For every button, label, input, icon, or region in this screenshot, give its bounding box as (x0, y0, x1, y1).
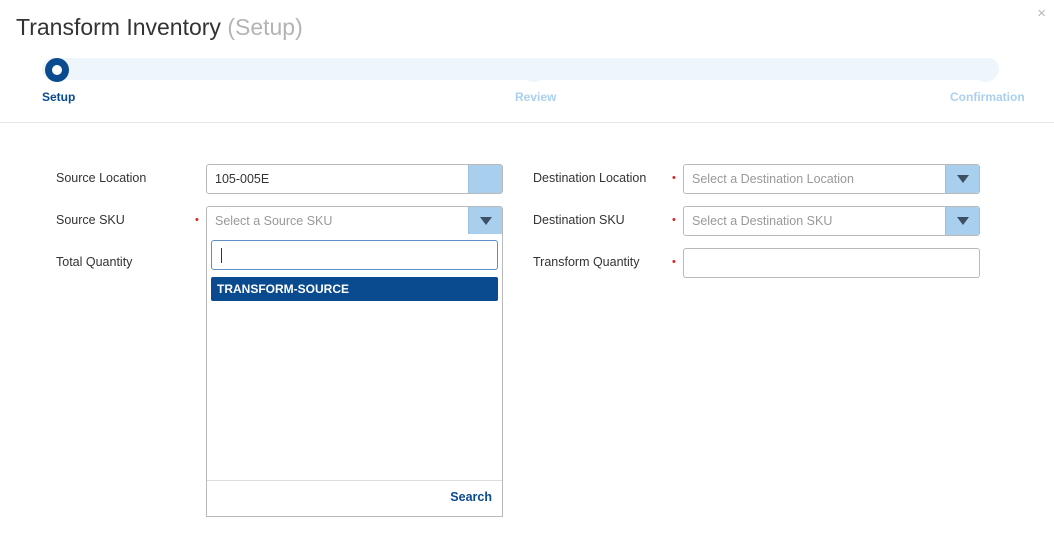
destination-sku-dropdown-button[interactable] (945, 207, 979, 235)
destination-sku-select[interactable]: Select a Destination SKU (683, 206, 980, 236)
dialog-subtitle: (Setup) (227, 14, 303, 40)
source-sku-dropdown-button[interactable] (468, 207, 502, 235)
dropdown-search-button[interactable]: Search (450, 490, 492, 504)
destination-location-dropdown-button[interactable] (945, 165, 979, 193)
step-setup-dot (45, 58, 69, 82)
step-review-dot (522, 58, 546, 82)
text-caret (221, 248, 222, 263)
source-location-button[interactable] (468, 165, 502, 193)
total-quantity-label: Total Quantity (56, 255, 133, 269)
chevron-down-icon (956, 217, 969, 225)
source-sku-required-mark: • (195, 214, 199, 226)
source-location-field[interactable]: 105-005E (206, 164, 503, 194)
transform-quantity-label: Transform Quantity (533, 255, 640, 269)
transform-quantity-input[interactable] (683, 248, 980, 278)
source-sku-dropdown-panel: TRANSFORM-SOURCE Search (206, 234, 503, 517)
source-location-value: 105-005E (215, 172, 270, 186)
source-sku-select[interactable]: Select a Source SKU (206, 206, 503, 236)
chevron-down-icon (956, 175, 969, 183)
destination-sku-label: Destination SKU (533, 213, 625, 227)
transform-quantity-required-mark: • (672, 256, 676, 268)
chevron-down-icon (479, 217, 492, 225)
dropdown-search-input[interactable] (211, 240, 498, 270)
step-review-label: Review (515, 90, 557, 104)
header-divider (0, 122, 1054, 123)
destination-sku-required-mark: • (672, 214, 676, 226)
step-confirmation-label: Confirmation (950, 90, 1025, 104)
source-sku-label: Source SKU (56, 213, 125, 227)
dropdown-option[interactable]: TRANSFORM-SOURCE (211, 277, 498, 301)
stepper-track (42, 58, 999, 80)
destination-location-select[interactable]: Select a Destination Location (683, 164, 980, 194)
close-icon[interactable]: × (1037, 6, 1046, 22)
step-confirmation-dot (974, 58, 998, 82)
destination-sku-placeholder: Select a Destination SKU (692, 214, 833, 228)
step-setup-label: Setup (42, 90, 76, 104)
destination-location-placeholder: Select a Destination Location (692, 172, 854, 186)
destination-location-required-mark: • (672, 172, 676, 184)
destination-location-label: Destination Location (533, 171, 647, 185)
source-location-label: Source Location (56, 171, 147, 185)
dropdown-footer-divider (207, 480, 502, 481)
source-sku-placeholder: Select a Source SKU (215, 214, 333, 228)
dialog-title-text: Transform Inventory (16, 14, 221, 40)
dialog-title: Transform Inventory (Setup) (16, 14, 303, 41)
